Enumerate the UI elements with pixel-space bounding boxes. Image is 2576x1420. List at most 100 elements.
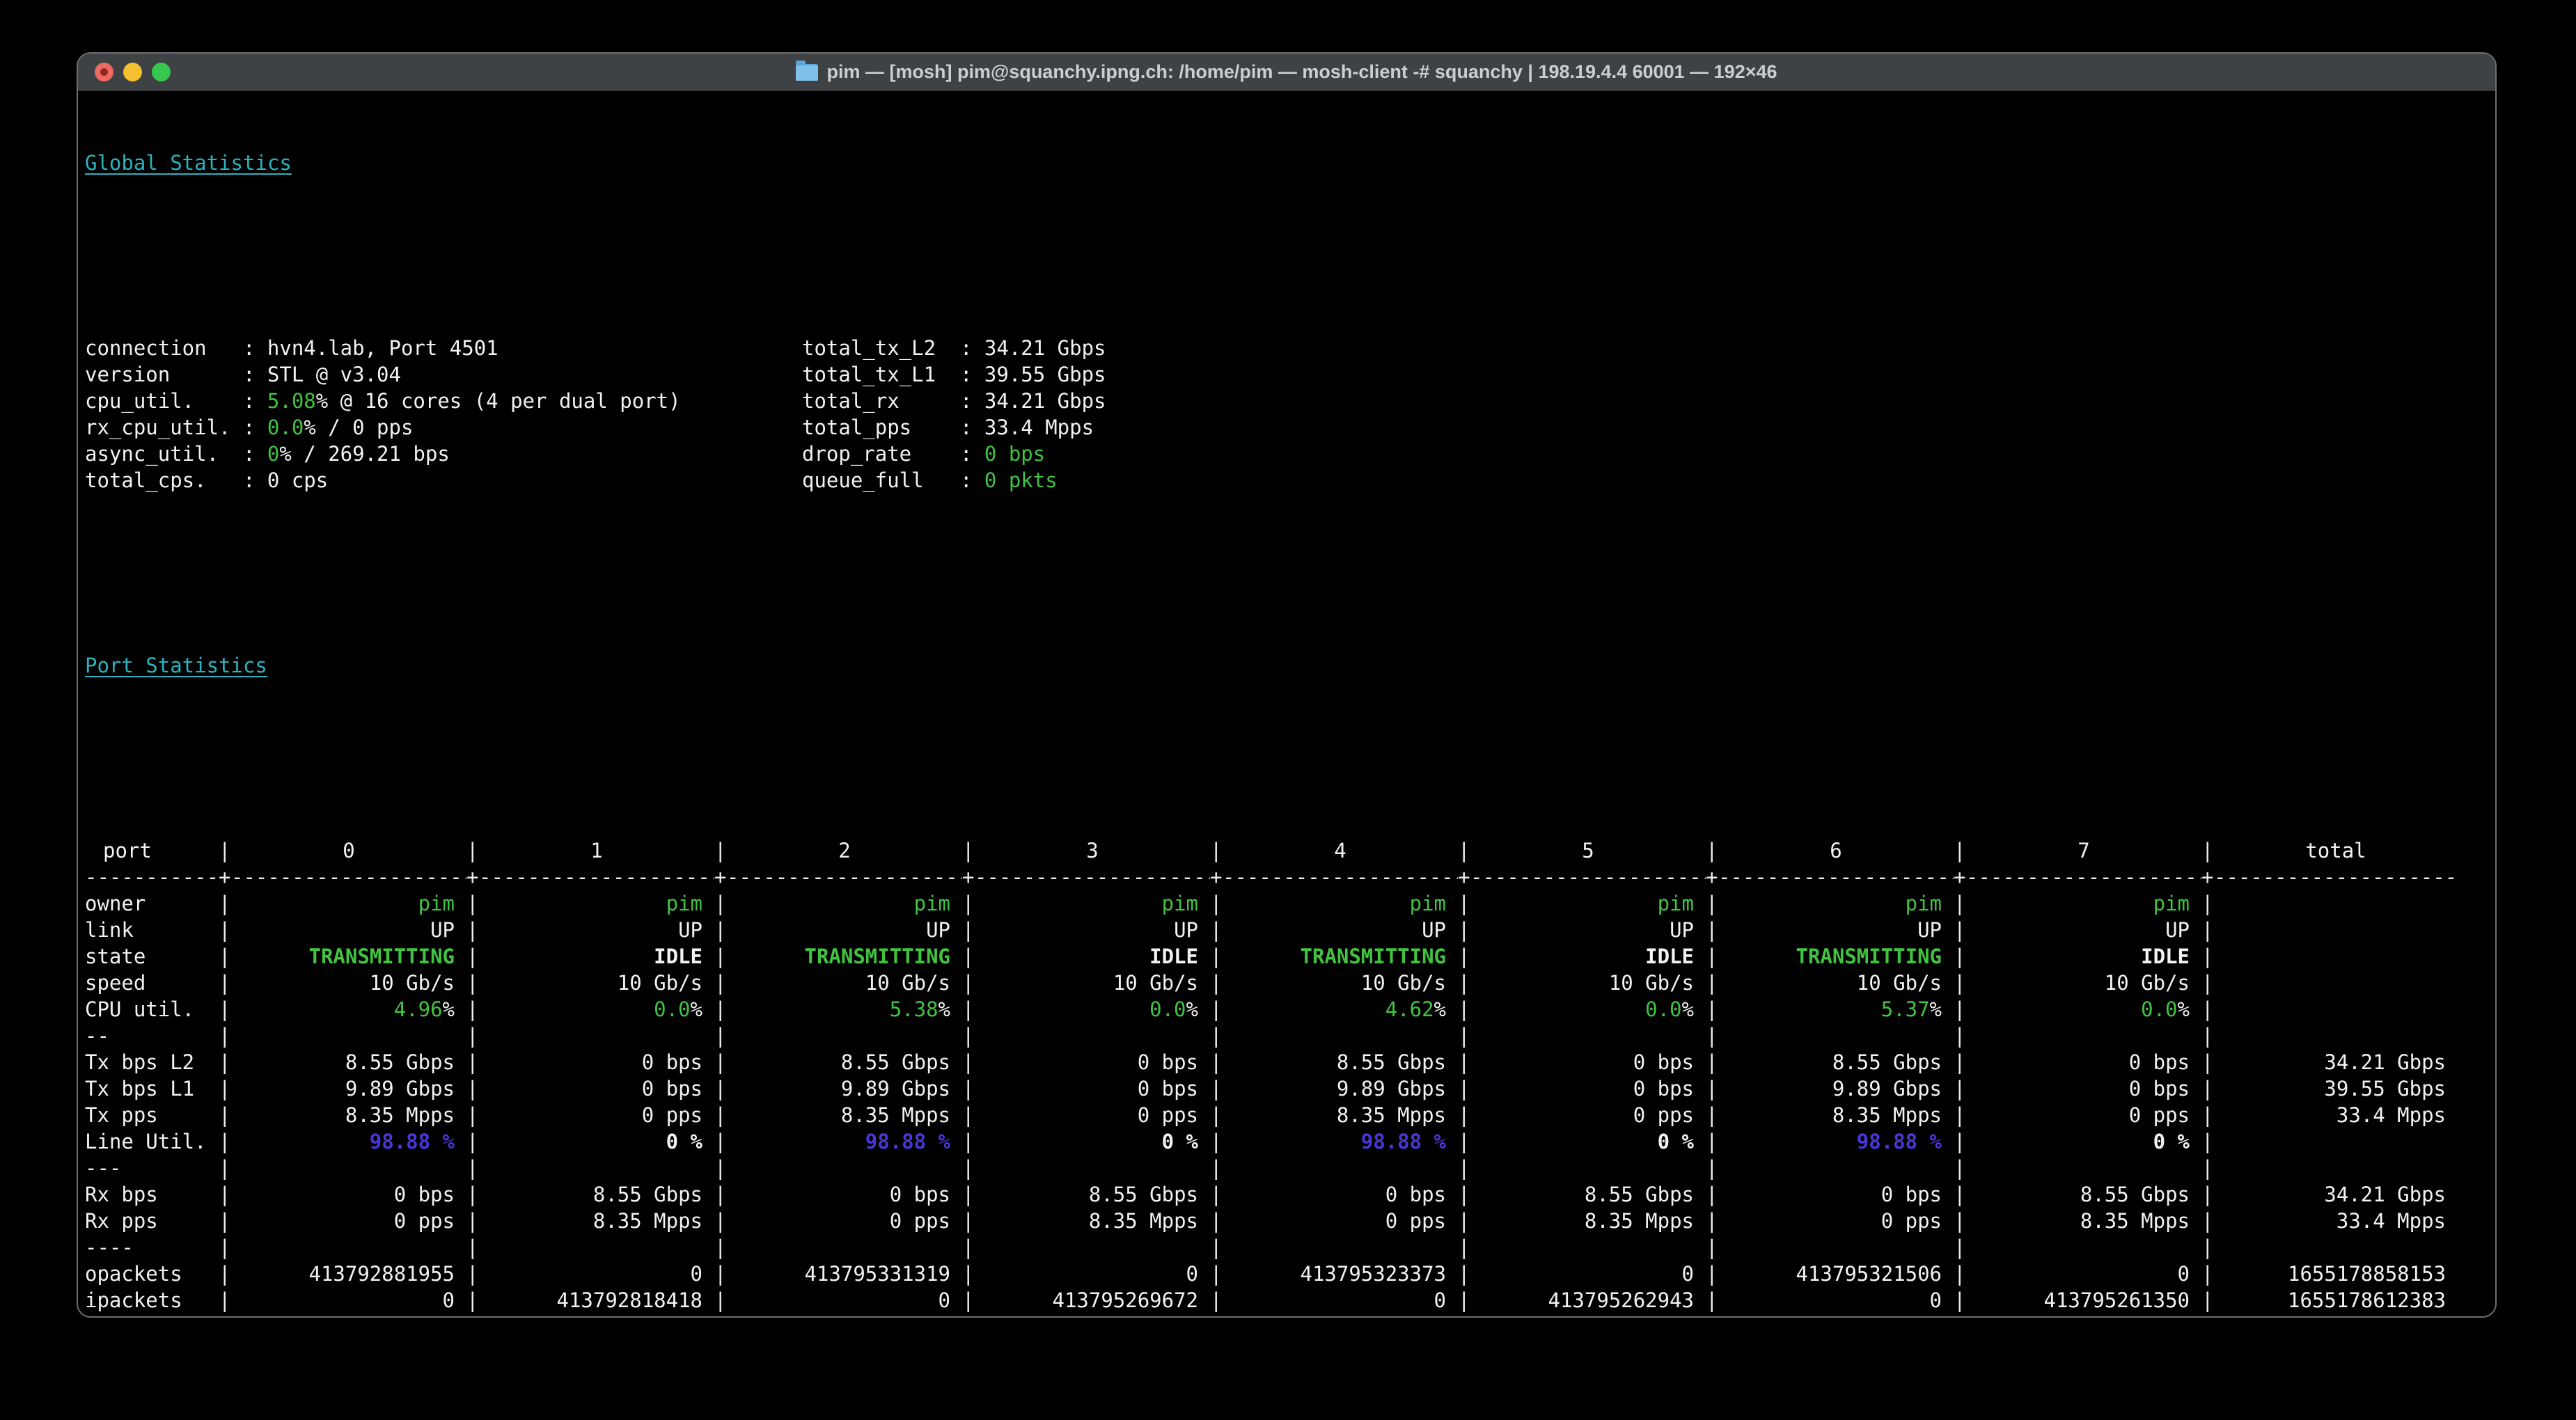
column-separator: | — [1706, 1236, 1718, 1259]
cell: 0 bps | — [975, 1049, 1223, 1075]
cell: 0 pps | — [727, 1208, 975, 1234]
column-separator: | — [1210, 1288, 1223, 1312]
minimize-button[interactable] — [123, 63, 142, 81]
column-separator: | — [466, 1236, 479, 1259]
column-separator: | — [219, 1236, 231, 1259]
column-separator: | — [962, 892, 975, 915]
text-run: 413795262943 — [1548, 1288, 1694, 1312]
close-button[interactable] — [95, 63, 113, 81]
column-separator: | — [1210, 1314, 1223, 1316]
text-run: 211862893843584 — [2263, 1315, 2446, 1316]
global-stats-right: total_tx_L2 : 34.21 Gbps total_tx_L1 : 39… — [802, 335, 1106, 494]
column-separator: | — [219, 1183, 231, 1206]
text-run: 98.88 % — [369, 1130, 455, 1153]
cell: 0 bps | — [1470, 1049, 1718, 1075]
text-run: 0 % — [666, 1130, 702, 1153]
terminal-screen[interactable]: Global Statistics connection : hvn4.lab,… — [78, 91, 2495, 1316]
column-separator: + — [1954, 865, 1966, 889]
text-run: 413795321506 — [1796, 1262, 1942, 1286]
text-run: 5.38 — [889, 997, 938, 1021]
cell: | — [479, 1234, 727, 1261]
cell: 98.88 % | — [231, 1128, 479, 1155]
global-stats-heading: Global Statistics — [85, 151, 292, 175]
text-run: 5.08 — [267, 389, 316, 413]
cell: 5 | — [1470, 837, 1718, 864]
column-separator: | — [2201, 1156, 2214, 1180]
text-run: 34.21 Gbps — [984, 336, 1106, 360]
text-run: 5.37 — [1880, 997, 1930, 1021]
text-run: % — [938, 997, 950, 1021]
cell: | — [975, 1234, 1223, 1261]
cell: 8.55 Gbps | — [727, 1049, 975, 1075]
text-run: 8.35 Mpps — [1336, 1103, 1446, 1127]
cell: | — [231, 1023, 479, 1049]
column-separator: | — [1210, 1183, 1223, 1206]
column-separator: | — [2201, 1024, 2214, 1048]
text-run: 0 bps — [1880, 1183, 1942, 1206]
global-stats: connection : hvn4.lab, Port 4501 version … — [85, 335, 2490, 494]
table-row-opackets: opackets | 413792881955 | 0 | 413795331319 | 0 | 4… — [85, 1261, 2490, 1287]
cell: 9.89 Gbps | — [1718, 1075, 1966, 1102]
folder-icon — [796, 60, 819, 81]
cell: ------------------------------+ — [1718, 864, 1966, 890]
column-separator: | — [1706, 1314, 1718, 1316]
table-row-cpu-util-: CPU util. | 4.96% | 0.0% | 5.38% | 0.0% | 4.62% | 0.… — [85, 996, 2490, 1023]
cell: 5.37% | — [1718, 996, 1966, 1023]
text-run: 34.21 Gbps — [2324, 1183, 2446, 1206]
column-separator: | — [466, 1314, 479, 1316]
text-run: -- — [85, 1024, 109, 1048]
cell: 9.89 Gbps | — [1223, 1075, 1470, 1102]
column-separator: | — [714, 1077, 727, 1100]
column-separator: | — [466, 839, 479, 862]
column-separator: | — [1458, 1236, 1470, 1259]
column-separator: | — [1706, 1024, 1718, 1048]
cell: UP | — [231, 917, 479, 943]
column-separator: | — [714, 1288, 727, 1312]
column-separator: | — [1954, 1288, 1966, 1312]
text-run: ------------------------------ — [1470, 865, 1706, 889]
cell: 98.88 % | — [727, 1128, 975, 1155]
cell: 1 | — [479, 837, 727, 864]
text-run: pim — [1657, 892, 1694, 915]
text-run: % — [1186, 997, 1198, 1021]
cell: | — [1470, 1155, 1718, 1181]
text-run: speed — [85, 971, 146, 995]
cell: Rx pps | — [85, 1208, 231, 1234]
text-run: 8.55 Gbps — [345, 1050, 455, 1074]
text-run: ------------------------------ — [1718, 865, 1954, 889]
column-separator: | — [1458, 971, 1470, 995]
text-run: 10 Gb/s — [617, 971, 702, 995]
cell: 8.55 Gbps | — [1223, 1049, 1470, 1075]
column-separator: | — [962, 971, 975, 995]
cell: 8.55 Gbps | — [231, 1049, 479, 1075]
column-separator: | — [2201, 1209, 2214, 1233]
column-separator: + — [1210, 865, 1223, 889]
column-separator: | — [962, 1236, 975, 1259]
column-separator: | — [1458, 1262, 1470, 1286]
text-run: TRANSMITTING — [804, 945, 950, 968]
cell: UP | — [1718, 917, 1966, 943]
text-run: Tx pps — [85, 1103, 158, 1127]
window-titlebar[interactable]: pim — [mosh] pim@squanchy.ipng.ch: /home… — [78, 54, 2495, 91]
column-separator: | — [219, 1288, 231, 1312]
column-separator: | — [219, 1156, 231, 1180]
text-run: pim — [1905, 892, 1942, 915]
cell: Tx bps L2 | — [85, 1049, 231, 1075]
cell: 7 | — [1966, 837, 2214, 864]
text-run: 8.35 Mpps — [592, 1209, 702, 1233]
cell: ------------------------------+ — [1470, 864, 1718, 890]
text-run: 0 — [1434, 1288, 1446, 1312]
column-separator: | — [2201, 918, 2214, 942]
cell: 0| — [727, 1287, 975, 1314]
column-separator: | — [714, 1314, 727, 1316]
cell: | — [1966, 1234, 2214, 1261]
text-run: cpu_util. : — [85, 389, 267, 413]
zoom-button[interactable] — [152, 63, 171, 81]
text-run: total_pps : — [802, 416, 984, 439]
cell: 10 Gb/s | — [1470, 970, 1718, 996]
text-run: IDLE — [1149, 945, 1198, 968]
column-separator: | — [466, 1288, 479, 1312]
port-stats-table: port|0|1|2|3|4|5|6|7|total--------------… — [85, 837, 2490, 1316]
cell: --- | — [85, 1155, 231, 1181]
